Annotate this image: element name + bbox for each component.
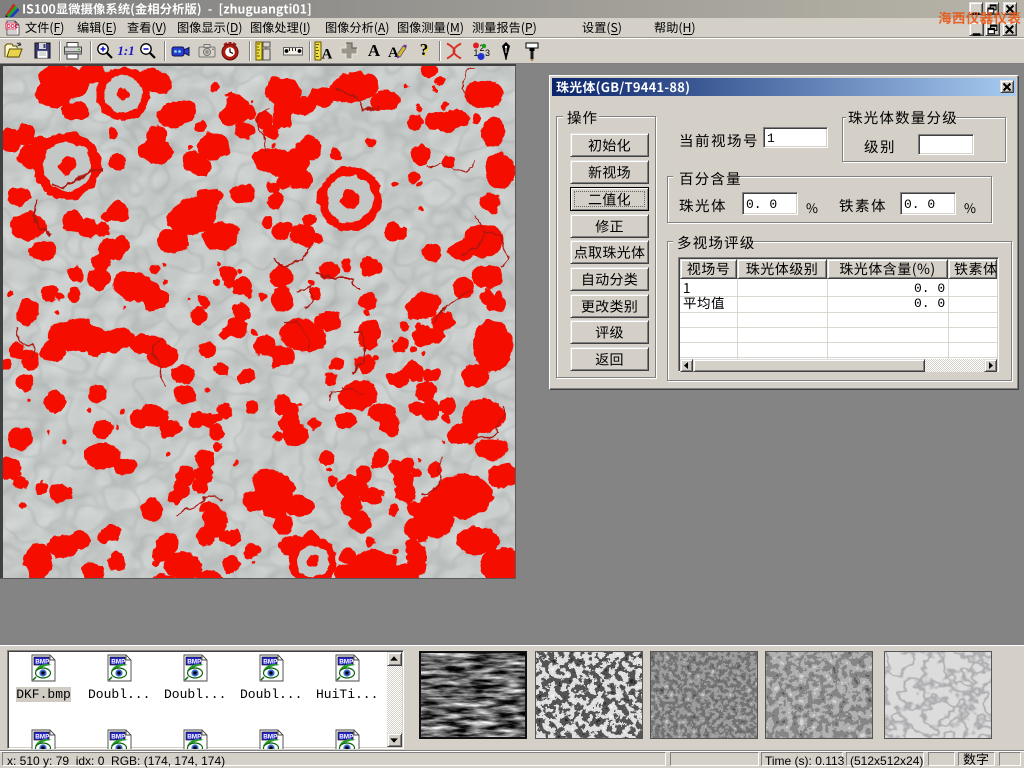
svg-text:A: A <box>388 45 399 61</box>
svg-text:3: 3 <box>485 48 490 58</box>
svg-text:DOC: DOC <box>7 24 19 30</box>
svg-text:A: A <box>322 47 333 62</box>
